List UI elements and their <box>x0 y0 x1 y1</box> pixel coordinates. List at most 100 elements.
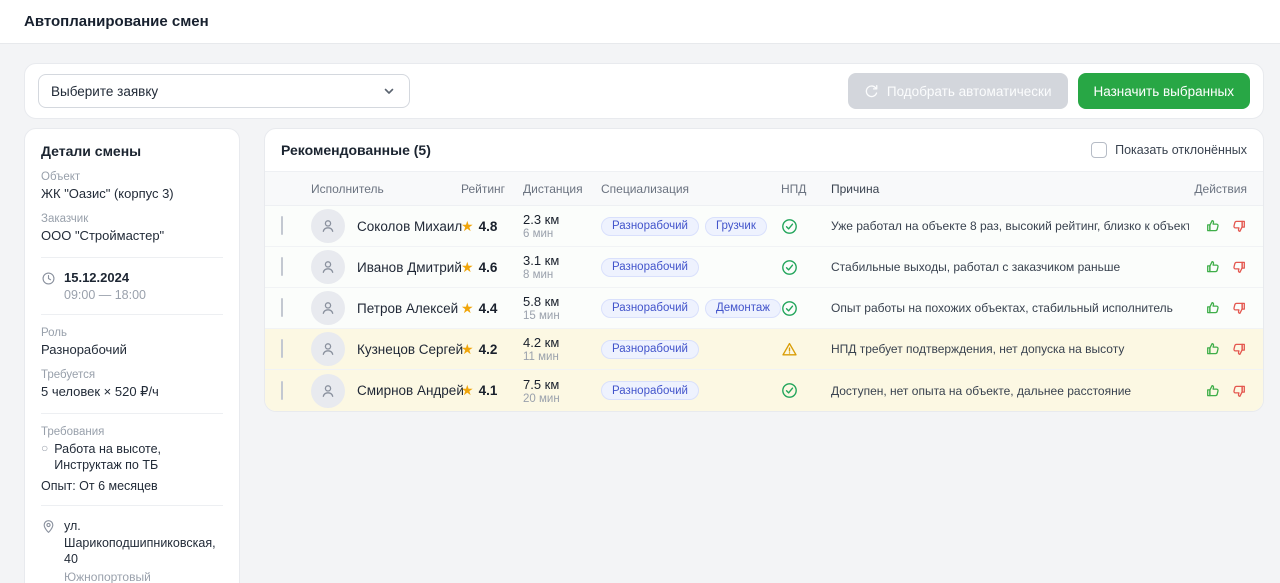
shift-details-title: Детали смены <box>41 143 223 159</box>
table-header-row: Исполнитель Рейтинг Дистанция Специализа… <box>265 172 1263 206</box>
row-checkbox[interactable] <box>281 339 283 358</box>
worker-name: Иванов Дмитрий <box>357 260 462 275</box>
datetime-block: 15.12.2024 09:00 — 18:00 <box>41 270 223 302</box>
clock-icon <box>41 271 56 286</box>
worker-name: Петров Алексей <box>357 301 458 316</box>
row-checkbox[interactable] <box>281 257 283 276</box>
thumbs-up-icon[interactable] <box>1205 383 1221 399</box>
assign-selected-button[interactable]: Назначить выбранных <box>1078 73 1251 109</box>
reason-text: Уже работал на объекте 8 раз, высокий ре… <box>831 219 1189 233</box>
toolbar: Выберите заявку Подобрать автоматически … <box>24 63 1264 119</box>
page-title: Автопланирование смен <box>24 13 209 30</box>
star-icon: ★ <box>461 300 474 317</box>
npd-warning-icon <box>781 341 831 358</box>
distance-value: 2.3 км <box>523 212 601 227</box>
specialization-badge: Разнорабочий <box>601 381 699 400</box>
recommended-panel: Рекомендованные (5) Показать отклонённых… <box>264 128 1264 412</box>
thumbs-down-icon[interactable] <box>1231 218 1247 234</box>
star-icon: ★ <box>461 382 474 399</box>
star-icon: ★ <box>461 218 474 235</box>
rating-value: 4.8 <box>479 219 498 234</box>
thumbs-down-icon[interactable] <box>1231 259 1247 275</box>
column-specialization: Специализация <box>601 182 781 196</box>
object-field: Объект ЖК "Оазис" (корпус 3) <box>41 171 223 203</box>
travel-time: 11 мин <box>523 351 601 363</box>
travel-time: 6 мин <box>523 228 601 240</box>
npd-ok-icon <box>781 259 831 276</box>
requirements-field: Требования ○ Работа на высоте, Инструкта… <box>41 426 223 494</box>
reason-text: Доступен, нет опыта на объекте, дальнее … <box>831 384 1189 398</box>
column-actions: Действия <box>1189 182 1247 196</box>
table-row[interactable]: Соколов Михаил ★ 4.8 2.3 км6 мин Разнораб… <box>265 206 1263 247</box>
reason-text: Опыт работы на похожих объектах, стабиль… <box>831 301 1189 315</box>
column-distance: Дистанция <box>523 182 601 196</box>
distance-value: 4.2 км <box>523 335 601 350</box>
column-npd: НПД <box>781 182 831 196</box>
rating-value: 4.4 <box>479 301 498 316</box>
customer-field: Заказчик ООО "Строймастер" <box>41 213 223 245</box>
divider <box>41 257 223 258</box>
request-select-value: Выберите заявку <box>51 84 158 99</box>
reason-text: НПД требует подтверждения, нет допуска н… <box>831 342 1189 356</box>
sidebar: Детали смены Объект ЖК "Оазис" (корпус 3… <box>24 128 240 583</box>
star-icon: ★ <box>461 341 474 358</box>
chevron-down-icon <box>381 83 397 99</box>
rating-value: 4.6 <box>479 260 498 275</box>
shift-date: 15.12.2024 <box>64 270 146 285</box>
location-pin-icon <box>41 519 56 534</box>
address-block: ул. Шарикоподшипниковская, 40 Южнопортов… <box>41 518 223 583</box>
worker-name: Кузнецов Сергей <box>357 342 463 357</box>
thumbs-down-icon[interactable] <box>1231 300 1247 316</box>
table-row[interactable]: Кузнецов Сергей ★ 4.2 4.2 км11 мин Разнор… <box>265 329 1263 370</box>
npd-ok-icon <box>781 218 831 235</box>
thumbs-up-icon[interactable] <box>1205 341 1221 357</box>
avatar <box>311 332 345 366</box>
thumbs-down-icon[interactable] <box>1231 341 1247 357</box>
thumbs-up-icon[interactable] <box>1205 300 1221 316</box>
required-field: Требуется 5 человек × 520 ₽/ч <box>41 369 223 401</box>
divider <box>41 413 223 414</box>
star-icon: ★ <box>461 259 474 276</box>
npd-ok-icon <box>781 382 831 399</box>
row-checkbox[interactable] <box>281 298 283 317</box>
worker-name: Смирнов Андрей <box>357 383 464 398</box>
auto-select-button[interactable]: Подобрать автоматически <box>848 73 1068 109</box>
worker-name: Соколов Михаил <box>357 219 462 234</box>
specialization-badge: Грузчик <box>705 217 767 236</box>
thumbs-up-icon[interactable] <box>1205 218 1221 234</box>
travel-time: 8 мин <box>523 269 601 281</box>
table-row[interactable]: Петров Алексей ★4.4 5.8 км15 мин Разнора… <box>265 288 1263 329</box>
specialization-badge: Разнорабочий <box>601 340 699 359</box>
table-row[interactable]: Смирнов Андрей ★4.1 7.5 км20 мин Разнора… <box>265 370 1263 411</box>
avatar <box>311 291 345 325</box>
rating-value: 4.2 <box>479 342 498 357</box>
request-select[interactable]: Выберите заявку <box>38 74 410 108</box>
thumbs-down-icon[interactable] <box>1231 383 1247 399</box>
distance-value: 5.8 км <box>523 294 601 309</box>
circle-icon: ○ <box>41 441 48 457</box>
address-text: ул. Шарикоподшипниковская, 40 <box>64 518 223 567</box>
row-checkbox[interactable] <box>281 216 283 235</box>
top-bar: Автопланирование смен <box>0 0 1280 44</box>
show-rejected-toggle[interactable]: Показать отклонённых <box>1091 142 1247 158</box>
npd-ok-icon <box>781 300 831 317</box>
avatar <box>311 250 345 284</box>
row-checkbox[interactable] <box>281 381 283 400</box>
rating-value: 4.1 <box>479 383 498 398</box>
recommended-title: Рекомендованные (5) <box>281 142 431 158</box>
avatar <box>311 209 345 243</box>
column-rating: Рейтинг <box>461 182 523 196</box>
refresh-icon <box>864 84 879 99</box>
toolbar-buttons: Подобрать автоматически Назначить выбран… <box>848 73 1250 109</box>
table-row[interactable]: Иванов Дмитрий ★4.6 3.1 км8 мин Разнораб… <box>265 247 1263 288</box>
role-field: Роль Разнорабочий <box>41 327 223 359</box>
specialization-badge: Разнорабочий <box>601 217 699 236</box>
district-text: Южнопортовый <box>64 570 223 583</box>
thumbs-up-icon[interactable] <box>1205 259 1221 275</box>
show-rejected-checkbox[interactable] <box>1091 142 1107 158</box>
shift-time: 09:00 — 18:00 <box>64 288 146 302</box>
divider <box>41 505 223 506</box>
experience-text: Опыт: От 6 месяцев <box>41 479 223 493</box>
column-executor: Исполнитель <box>311 182 461 196</box>
column-reason: Причина <box>831 182 1189 196</box>
